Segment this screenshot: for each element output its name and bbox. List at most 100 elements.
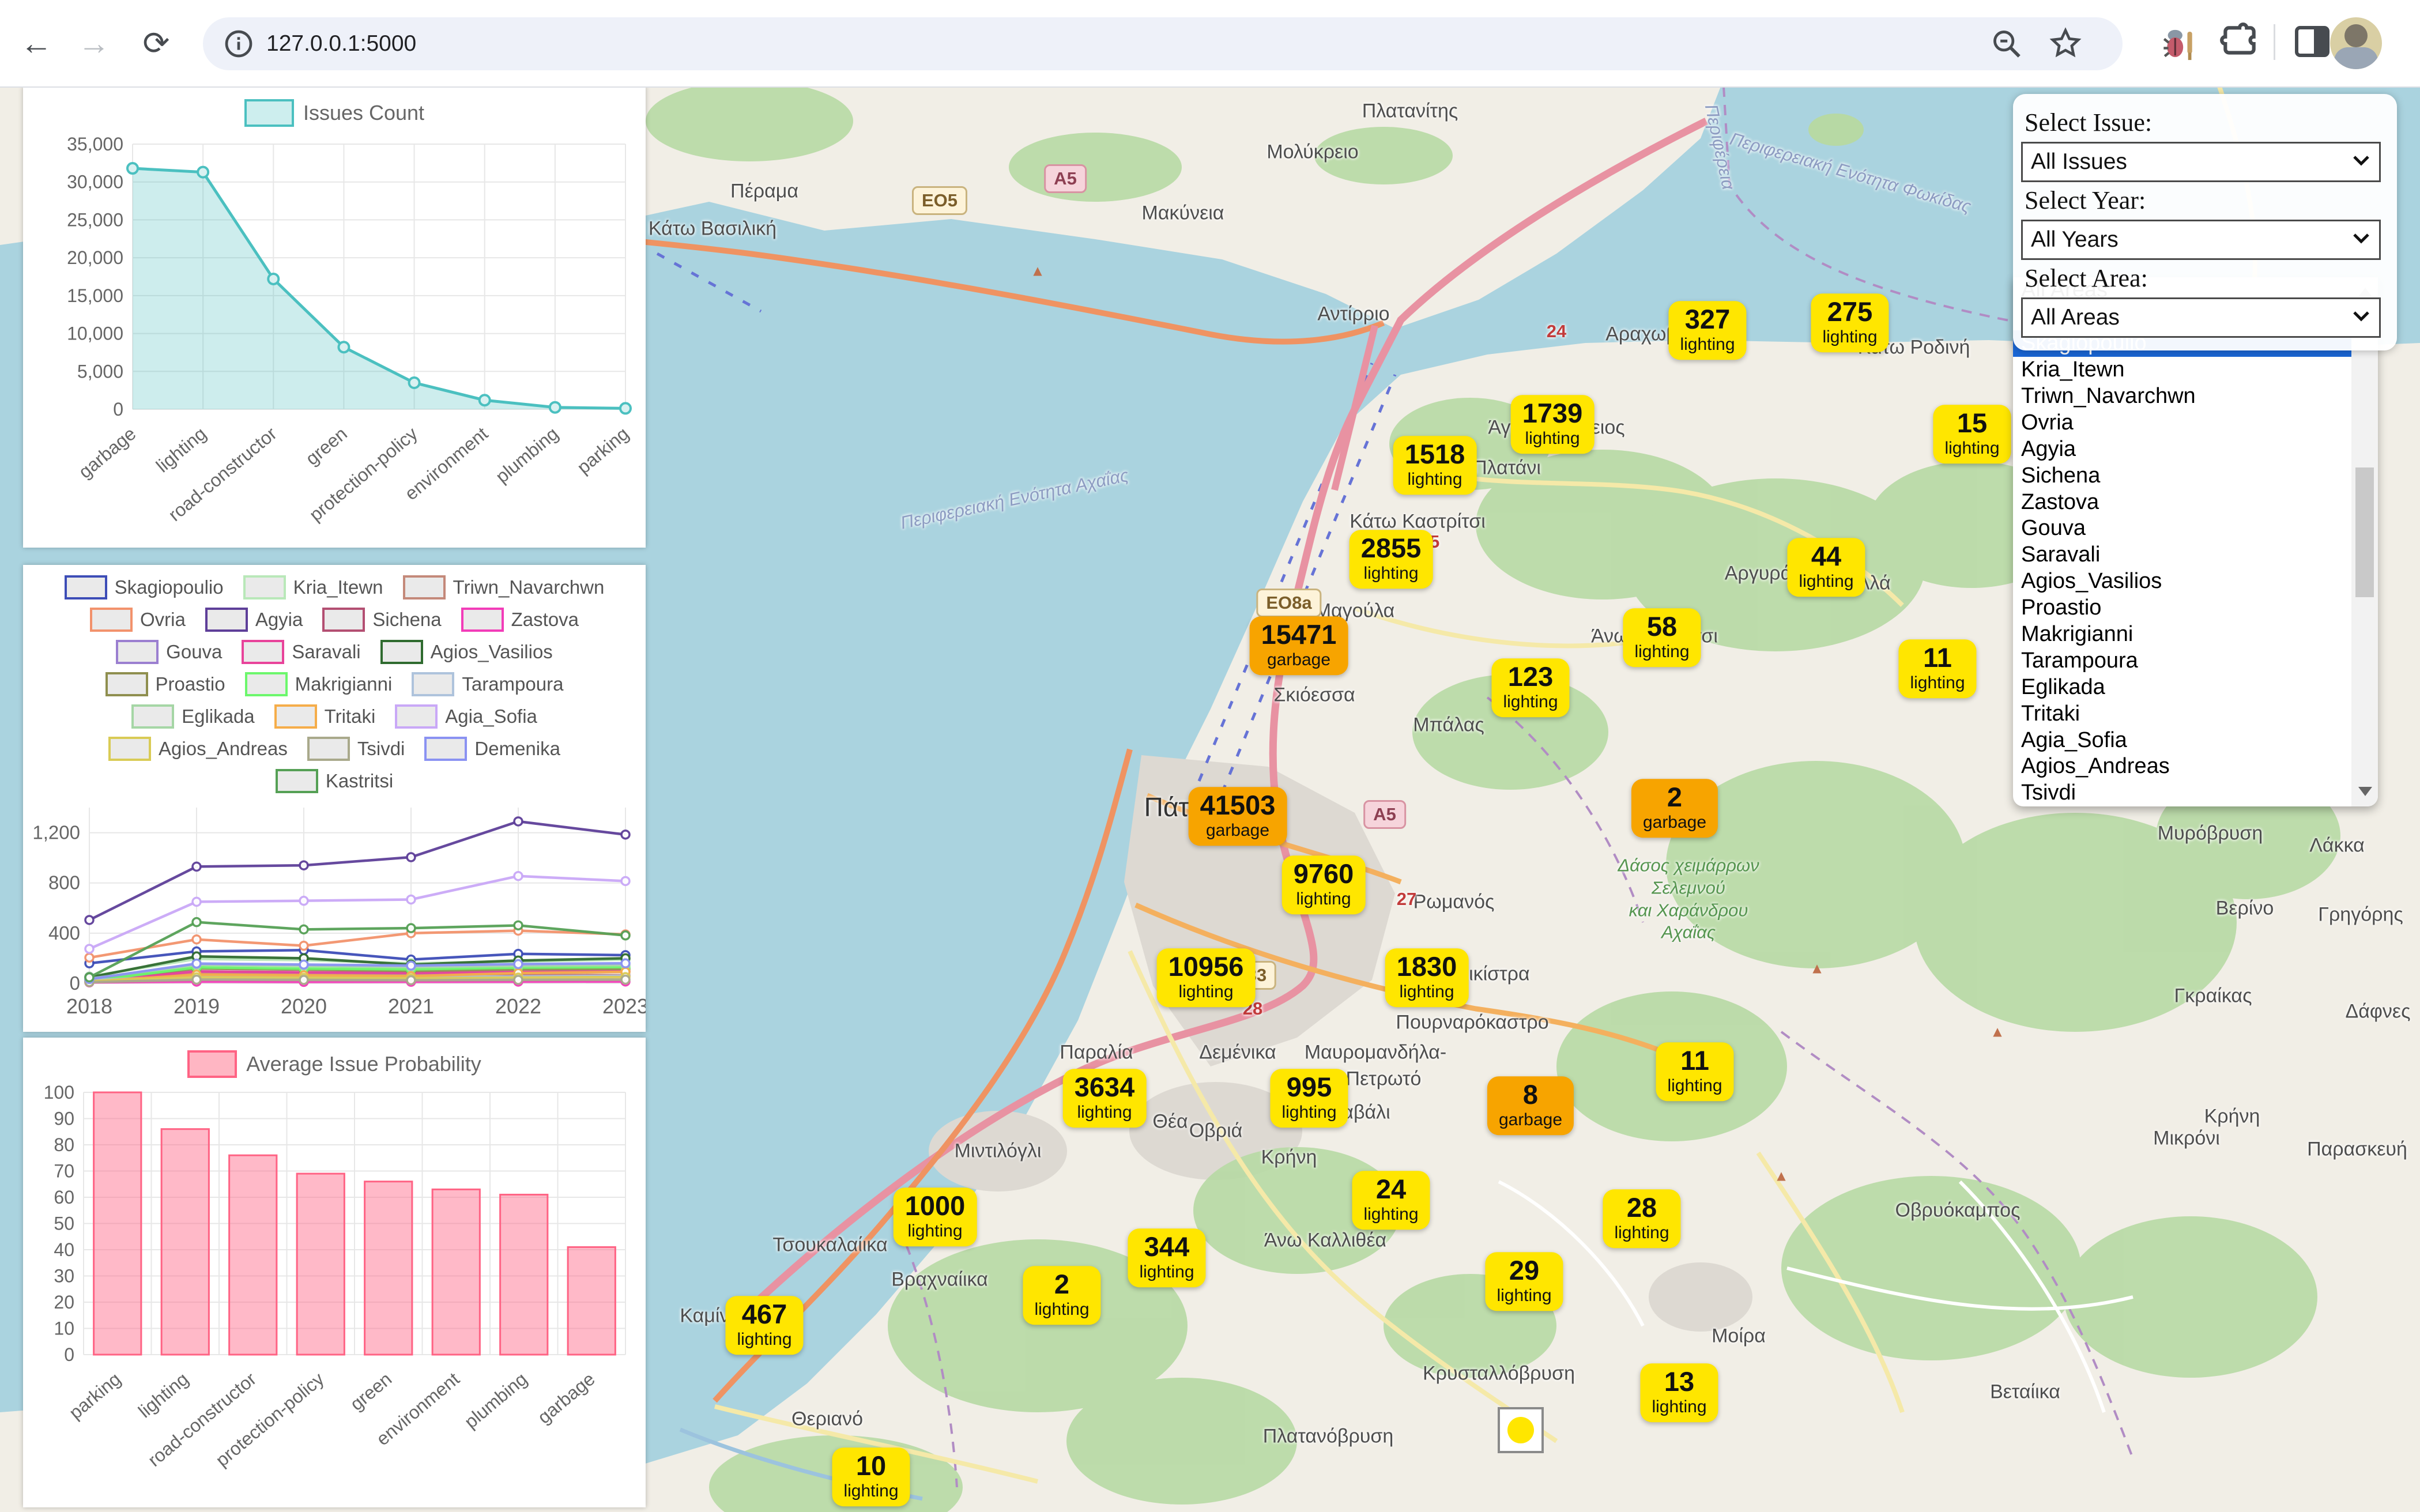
legend-item-Agios_Andreas[interactable]: Agios_Andreas: [108, 737, 288, 761]
area-option-tarampoura[interactable]: Tarampoura: [2013, 647, 2378, 674]
issue-marker-lighting[interactable]: 13lighting: [1640, 1363, 1718, 1422]
issue-marker-lighting[interactable]: 123lighting: [1491, 658, 1569, 717]
legend-item-Tritaki[interactable]: Tritaki: [274, 704, 376, 729]
issue-marker-garbage[interactable]: 8garbage: [1487, 1076, 1574, 1135]
area-option-agyia[interactable]: Agyia: [2013, 436, 2378, 462]
dropdown-scrollbar[interactable]: [2351, 277, 2378, 806]
issue-marker-lighting[interactable]: 10956lighting: [1157, 948, 1256, 1007]
issue-marker-lighting[interactable]: 1739lighting: [1511, 395, 1595, 454]
legend-item-Agios_Vasilios[interactable]: Agios_Vasilios: [380, 640, 553, 664]
issue-marker-lighting[interactable]: 1518lighting: [1393, 436, 1477, 495]
issue-marker-lighting[interactable]: 9760lighting: [1282, 855, 1366, 914]
url-text[interactable]: 127.0.0.1:5000: [266, 31, 416, 56]
area-option-gouva[interactable]: Gouva: [2013, 515, 2378, 542]
area-option-eglikada[interactable]: Eglikada: [2013, 674, 2378, 700]
marker-type-label: lighting: [905, 1221, 966, 1240]
area-option-agios_vasilios[interactable]: Agios_Vasilios: [2013, 568, 2378, 595]
area-option-sichena[interactable]: Sichena: [2013, 462, 2378, 489]
scroll-down-icon[interactable]: [2358, 787, 2372, 796]
issue-select[interactable]: All Issues: [2021, 142, 2381, 182]
svg-text:400: 400: [48, 922, 80, 944]
legend-item-Saravali[interactable]: Saravali: [242, 640, 360, 664]
legend-item-Sichena[interactable]: Sichena: [322, 608, 441, 632]
legend-label: Saravali: [292, 641, 360, 663]
legend-item-Triwn_Navarchwn[interactable]: Triwn_Navarchwn: [403, 575, 605, 599]
legend-item-Proastio[interactable]: Proastio: [105, 672, 225, 696]
legend-item-Tarampoura[interactable]: Tarampoura: [412, 672, 563, 696]
address-bar[interactable]: 127.0.0.1:5000: [203, 17, 2123, 70]
area-option-makrigianni[interactable]: Makrigianni: [2013, 621, 2378, 648]
reload-icon[interactable]: ⟳: [137, 24, 175, 62]
issue-marker-lighting[interactable]: 58lighting: [1623, 608, 1701, 667]
issue-marker-lighting[interactable]: 1000lighting: [894, 1187, 977, 1246]
area-select[interactable]: All Areas: [2021, 297, 2381, 338]
avg-probability-legend[interactable]: Average Issue Probability: [23, 1038, 646, 1078]
dot-marker[interactable]: [1498, 1407, 1544, 1453]
area-option-agia_sofia[interactable]: Agia_Sofia: [2013, 727, 2378, 753]
legend-item-Kria_Itewn[interactable]: Kria_Itewn: [243, 575, 383, 599]
issue-marker-lighting[interactable]: 44lighting: [1787, 538, 1865, 597]
legend-item-Tsivdi[interactable]: Tsivdi: [307, 737, 405, 761]
issue-marker-garbage[interactable]: 2garbage: [1631, 779, 1718, 838]
map-label: Μακύνεια: [1142, 202, 1224, 225]
legend-item-Zastova[interactable]: Zastova: [461, 608, 579, 632]
bookmark-star-icon[interactable]: [2048, 26, 2083, 62]
profile-avatar[interactable]: [2330, 17, 2382, 69]
issue-marker-garbage[interactable]: 15471garbage: [1250, 616, 1348, 675]
issue-marker-lighting[interactable]: 28lighting: [1603, 1189, 1680, 1248]
legend-item-Makrigianni[interactable]: Makrigianni: [245, 672, 393, 696]
map-label: Μικρόνι: [2153, 1128, 2220, 1150]
marker-count: 29: [1497, 1255, 1551, 1286]
legend-item-Kastritsi[interactable]: Kastritsi: [276, 769, 393, 793]
year-select[interactable]: All Years: [2021, 220, 2381, 260]
map-label: Πλατανίτης: [1362, 100, 1458, 123]
issue-marker-lighting[interactable]: 3634lighting: [1063, 1069, 1147, 1128]
svg-text:50: 50: [54, 1213, 74, 1234]
legend-item-Demenika[interactable]: Demenika: [424, 737, 560, 761]
area-option-agios_andreas[interactable]: Agios_Andreas: [2013, 753, 2378, 780]
scrollbar-thumb[interactable]: [2355, 467, 2374, 597]
legend-item-Agyia[interactable]: Agyia: [205, 608, 303, 632]
issue-marker-lighting[interactable]: 995lighting: [1270, 1069, 1348, 1128]
issue-marker-lighting[interactable]: 2lighting: [1023, 1266, 1100, 1325]
area-option-kria_itewn[interactable]: Kria_Itewn: [2013, 357, 2378, 383]
area-option-zastova[interactable]: Zastova: [2013, 489, 2378, 515]
issue-marker-lighting[interactable]: 10lighting: [832, 1447, 910, 1506]
legend-item-Ovria[interactable]: Ovria: [90, 608, 186, 632]
forward-icon[interactable]: →: [75, 24, 113, 62]
issue-marker-lighting[interactable]: 11lighting: [1656, 1042, 1733, 1101]
back-icon[interactable]: ←: [17, 24, 55, 62]
site-info-icon[interactable]: [223, 28, 255, 60]
issue-marker-lighting[interactable]: 275lighting: [1811, 293, 1888, 352]
issue-marker-lighting[interactable]: 1830lighting: [1385, 948, 1469, 1007]
area-option-ovria[interactable]: Ovria: [2013, 409, 2378, 436]
legend-swatch: [395, 704, 438, 729]
issue-marker-lighting[interactable]: 327lighting: [1668, 301, 1746, 360]
issue-marker-lighting[interactable]: 11lighting: [1898, 639, 1976, 698]
legend-swatch: [90, 608, 133, 632]
issue-marker-lighting[interactable]: 467lighting: [725, 1296, 803, 1355]
map-label: Ρωμανός: [1413, 891, 1495, 914]
issue-marker-garbage[interactable]: 41503garbage: [1189, 787, 1287, 846]
legend-item-Eglikada[interactable]: Eglikada: [131, 704, 255, 729]
zoom-icon[interactable]: [1990, 27, 2023, 61]
issue-marker-lighting[interactable]: 344lighting: [1128, 1228, 1205, 1287]
issue-marker-lighting[interactable]: 15lighting: [1933, 405, 2011, 463]
area-option-proastio[interactable]: Proastio: [2013, 595, 2378, 621]
extensions-puzzle-icon[interactable]: [2218, 21, 2261, 63]
area-dropdown-list: All AreasAll AreasSkagiopoulioKria_Itewn…: [2013, 277, 2378, 806]
legend-item-Skagiopoulio[interactable]: Skagiopoulio: [65, 575, 224, 599]
issues-count-legend[interactable]: Issues Count: [23, 86, 646, 127]
area-option-tritaki[interactable]: Tritaki: [2013, 700, 2378, 727]
issue-marker-lighting[interactable]: 2855lighting: [1350, 530, 1433, 589]
area-option-triwn_navarchwn[interactable]: Triwn_Navarchwn: [2013, 383, 2378, 410]
issue-marker-lighting[interactable]: 29lighting: [1485, 1252, 1563, 1311]
issue-marker-lighting[interactable]: 24lighting: [1352, 1171, 1430, 1230]
map-label: Άνω Καλλιθέα: [1264, 1230, 1386, 1252]
side-panel-icon[interactable]: [2291, 21, 2333, 62]
legend-item-Agia_Sofia[interactable]: Agia_Sofia: [395, 704, 537, 729]
area-option-saravali[interactable]: Saravali: [2013, 542, 2378, 568]
area-option-tsivdi[interactable]: Tsivdi: [2013, 780, 2378, 806]
legend-item-Gouva[interactable]: Gouva: [116, 640, 222, 664]
bug-extension-icon[interactable]: [2156, 21, 2200, 65]
